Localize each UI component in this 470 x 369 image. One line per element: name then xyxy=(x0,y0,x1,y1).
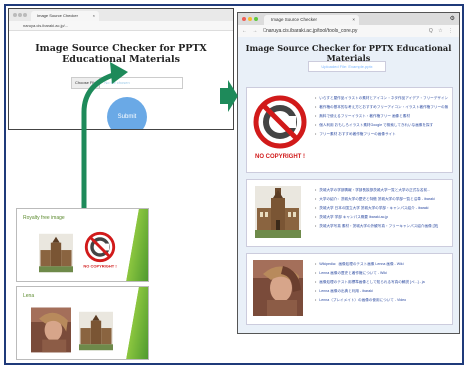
no-copyright-caption: NO COPYRIGHT ! xyxy=(83,264,116,269)
slide-decoration xyxy=(124,287,148,359)
result-arrow xyxy=(220,80,238,112)
lena-image xyxy=(31,307,71,353)
building-image xyxy=(79,311,113,351)
slide-decoration xyxy=(124,209,148,281)
no-copyright-icon: NO COPYRIGHT ! xyxy=(83,231,117,269)
slide-title: Royalty free image xyxy=(23,215,65,221)
slide-thumbnail[interactable]: Lena xyxy=(16,286,149,360)
slide-title: Lena xyxy=(23,293,35,299)
slide-thumbnail[interactable]: Royalty free image NO COPYRIGHT ! xyxy=(16,208,149,282)
upload-arrowhead xyxy=(110,62,128,84)
building-image xyxy=(39,233,73,273)
upload-arrow xyxy=(81,71,117,208)
